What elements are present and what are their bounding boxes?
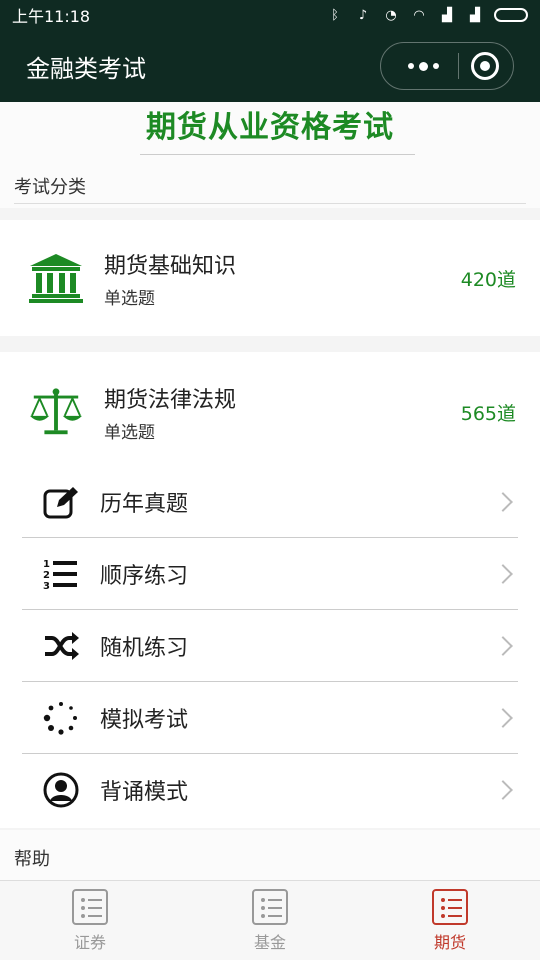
nav-title: 金融类考试: [26, 54, 146, 83]
section-help-label: 帮助: [14, 849, 50, 870]
tab-bar: 证券 基金 期货: [0, 880, 540, 960]
close-target-icon[interactable]: [471, 52, 499, 80]
bluetooth-icon: ᛒ: [331, 7, 339, 23]
alarm-icon: ◔: [385, 7, 397, 23]
question-count: 420道: [460, 268, 516, 291]
status-icons: ᛒ ♪ ◔ ◠ ▟ ▟: [326, 7, 528, 23]
menu-label: 背诵模式: [100, 780, 189, 805]
status-time: 上午11:18: [12, 7, 91, 26]
bank-icon: [28, 250, 84, 306]
tab-funds[interactable]: 基金: [180, 881, 360, 960]
edit-icon: [42, 483, 80, 521]
signal-icon-2: ▟: [470, 7, 480, 23]
heading-divider: [140, 154, 415, 155]
loading-dots-icon: [42, 699, 80, 737]
menu-item-sequential[interactable]: 1 2 3 顺序练习: [22, 538, 518, 610]
section-category: 考试分类: [0, 158, 540, 208]
tab-label: 期货: [433, 933, 466, 952]
section-divider: [14, 203, 526, 204]
shuffle-icon: [42, 627, 80, 665]
category-type: 单选题: [104, 288, 155, 309]
chevron-right-icon: [493, 563, 513, 584]
category-type: 单选题: [104, 422, 155, 443]
scales-icon: [28, 384, 84, 440]
category-name: 期货法律法规: [104, 387, 237, 413]
category-header[interactable]: 期货法律法规 单选题 565道: [0, 352, 540, 472]
chevron-right-icon: [493, 707, 513, 728]
tab-label: 证券: [73, 933, 106, 952]
miniprogram-capsule: [380, 42, 514, 90]
tab-label: 基金: [253, 933, 286, 952]
user-circle-icon: [42, 771, 80, 809]
menu-label: 模拟考试: [100, 707, 189, 733]
svg-text:1: 1: [43, 559, 50, 570]
menu-item-random[interactable]: 随机练习: [22, 610, 518, 682]
chevron-right-icon: [493, 635, 513, 656]
menu-label: 历年真题: [100, 491, 189, 517]
signal-icon: ▟: [442, 7, 452, 23]
menu-item-recite[interactable]: 背诵模式: [22, 754, 518, 826]
battery-icon: [494, 8, 528, 22]
wifi-icon: ◠: [413, 7, 425, 23]
category-card[interactable]: 期货基础知识 单选题 420道: [0, 220, 540, 336]
capsule-divider: [457, 53, 459, 79]
section-help: 帮助: [0, 830, 540, 880]
list-icon: [252, 889, 288, 925]
chevron-right-icon: [493, 491, 513, 512]
menu-label: 顺序练习: [100, 563, 189, 589]
menu-item-mock-exam[interactable]: 模拟考试: [22, 682, 518, 754]
menu-label: 随机练习: [100, 635, 189, 661]
more-icon[interactable]: [401, 61, 445, 71]
menu-item-past-exams[interactable]: 历年真题: [22, 466, 518, 538]
mute-icon: ♪: [358, 7, 368, 23]
svg-text:3: 3: [43, 581, 50, 591]
category-name: 期货基础知识: [104, 253, 237, 279]
page-heading: 期货从业资格考试: [0, 102, 540, 158]
status-bar: 上午11:18 ᛒ ♪ ◔ ◠ ▟ ▟: [0, 0, 540, 30]
tab-securities[interactable]: 证券: [0, 881, 180, 960]
tab-futures[interactable]: 期货: [360, 881, 540, 960]
section-category-label: 考试分类: [14, 177, 86, 198]
ordered-list-icon: 1 2 3: [42, 555, 80, 593]
list-icon: [432, 889, 468, 925]
practice-menu: 历年真题 1 2 3 顺序练习 随机练习 模拟考试 背诵模式: [22, 466, 518, 826]
chevron-right-icon: [493, 780, 513, 800]
svg-text:2: 2: [43, 570, 50, 581]
nav-bar: 金融类考试: [0, 30, 540, 102]
page-title: 期货从业资格考试: [146, 110, 394, 145]
question-count: 565道: [460, 402, 516, 425]
list-icon: [72, 889, 108, 925]
